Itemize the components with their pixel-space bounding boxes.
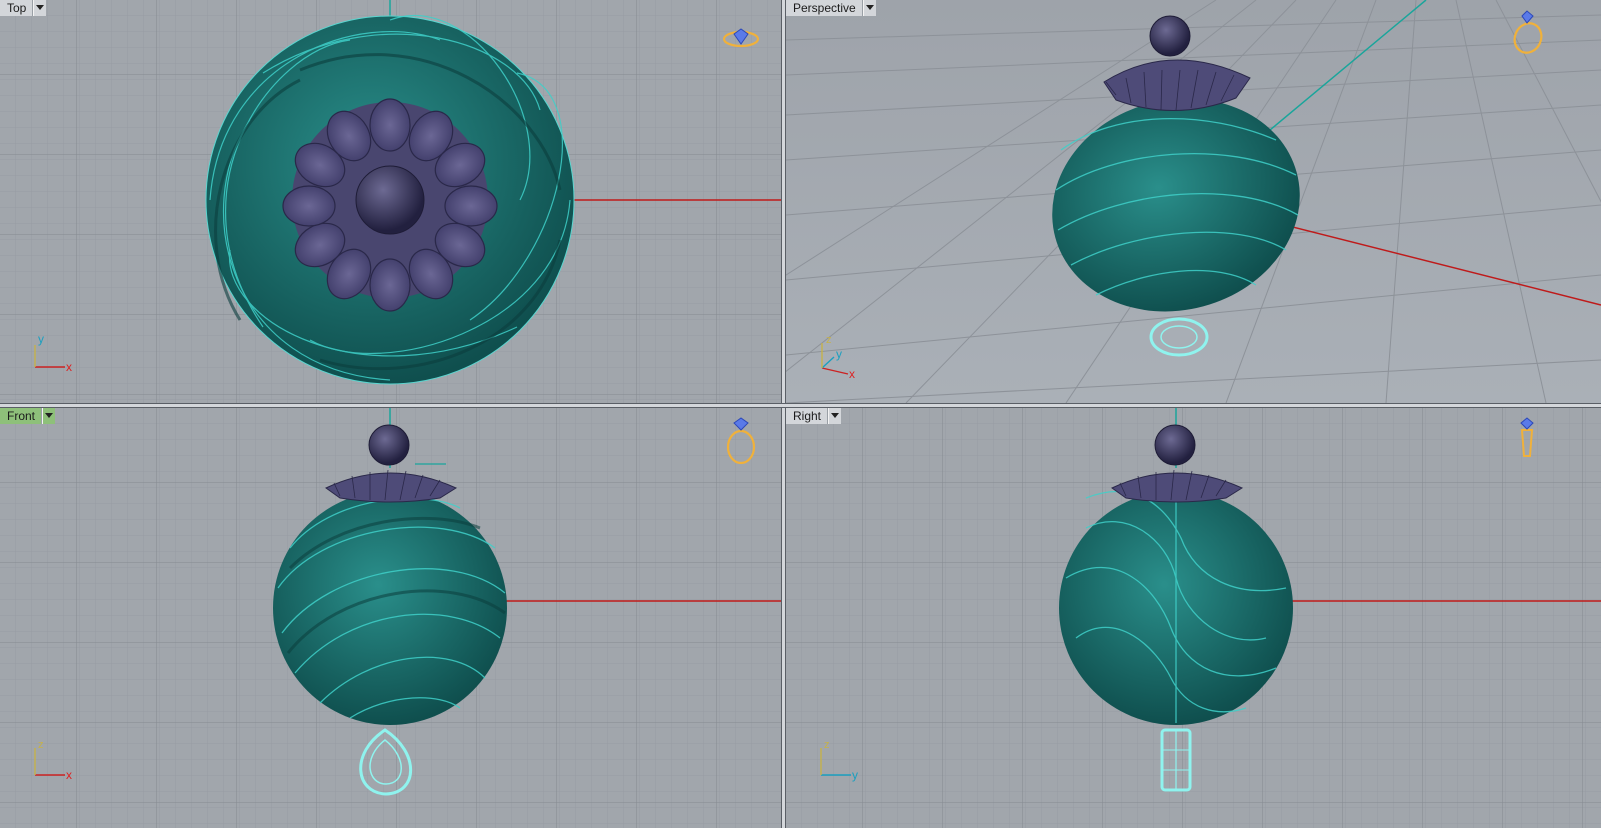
viewport-right[interactable]: z y Right (786, 408, 1601, 828)
axis-label-y: y (852, 768, 858, 782)
viewport-title-label[interactable]: Right (786, 408, 829, 424)
axis-label-y: y (38, 332, 44, 346)
viewport-front[interactable]: z x Front (0, 408, 781, 828)
viewport-top[interactable]: y x Top (0, 0, 781, 403)
viewport-title-label[interactable]: Top (0, 0, 34, 16)
swirl-ball-front[interactable] (273, 491, 507, 725)
top-view-canvas[interactable]: y x (0, 0, 781, 403)
axis-label-x: x (66, 360, 72, 374)
axis-label-z: z (826, 334, 832, 346)
axis-label-z: z (38, 739, 44, 751)
viewport-title-label[interactable]: Perspective (786, 0, 863, 16)
viewport-title-right[interactable]: Right (786, 408, 842, 424)
perspective-view-canvas[interactable]: z y x (786, 0, 1601, 403)
viewport-title-front[interactable]: Front (0, 408, 56, 424)
right-view-canvas[interactable]: z y (786, 408, 1601, 828)
axis-label-y: y (836, 347, 842, 361)
viewport-title-perspective[interactable]: Perspective (786, 0, 876, 16)
chevron-down-icon[interactable] (862, 0, 876, 16)
viewport-title-label[interactable]: Front (0, 408, 43, 424)
front-view-canvas[interactable]: z x (0, 408, 781, 828)
axis-label-z: z (824, 739, 830, 751)
swirl-ball-right[interactable] (1059, 490, 1293, 725)
chevron-down-icon[interactable] (42, 408, 56, 424)
axis-label-x: x (66, 768, 72, 782)
axis-label-x: x (849, 367, 855, 381)
viewport-title-top[interactable]: Top (0, 0, 47, 16)
chevron-down-icon[interactable] (33, 0, 47, 16)
viewport-perspective[interactable]: z y x Perspective (786, 0, 1601, 403)
chevron-down-icon[interactable] (828, 408, 842, 424)
